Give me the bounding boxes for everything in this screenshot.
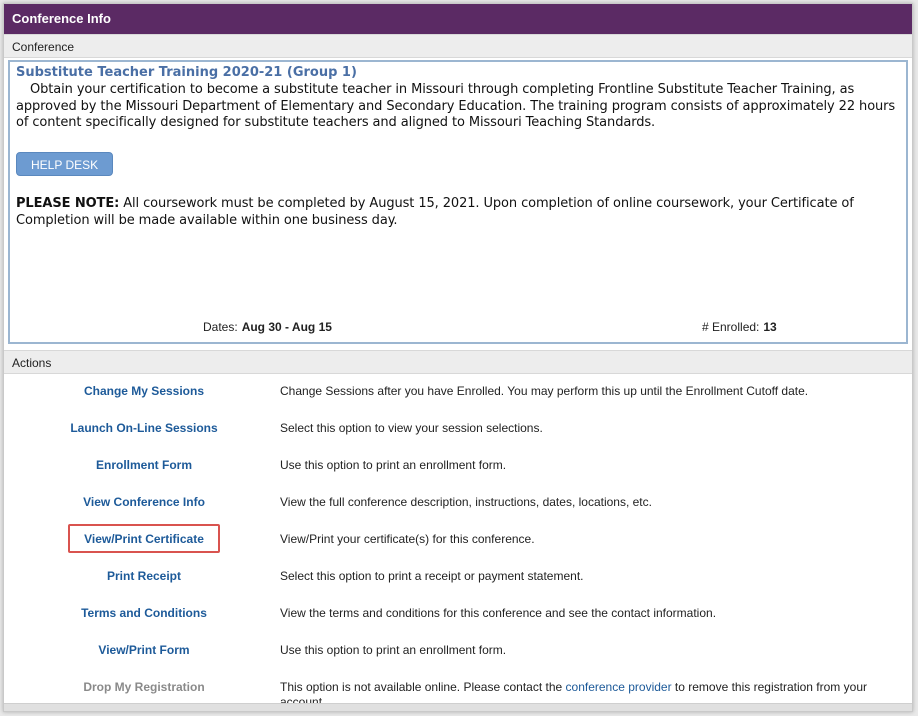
actions-list: Change My Sessions Change Sessions after… [4, 374, 912, 716]
action-description: View the terms and conditions for this c… [280, 606, 717, 620]
drop-description-pre: This option is not available online. Ple… [280, 680, 566, 694]
action-description: Change Sessions after you have Enrolled.… [280, 384, 809, 398]
view-print-form-link[interactable]: View/Print Form [4, 643, 284, 657]
action-description: Use this option to print an enrollment f… [280, 458, 507, 472]
action-description: Use this option to print an enrollment f… [280, 643, 507, 657]
conference-dates: Dates: Aug 30 - Aug 15 [203, 320, 332, 334]
change-my-sessions-link[interactable]: Change My Sessions [4, 384, 284, 398]
enrollment-form-link[interactable]: Enrollment Form [4, 458, 284, 472]
action-row-view-conference-info: View Conference Info View the full confe… [4, 485, 912, 522]
action-row-view-print-form: View/Print Form Use this option to print… [4, 633, 912, 670]
action-description: View/Print your certificate(s) for this … [280, 532, 535, 546]
conference-description: Obtain your certification to become a su… [16, 82, 896, 130]
conference-note: PLEASE NOTE: All coursework must be comp… [16, 195, 900, 229]
action-description: Select this option to print a receipt or… [280, 569, 584, 583]
print-receipt-link[interactable]: Print Receipt [4, 569, 284, 583]
action-row-view-print-certificate: View/Print Certificate View/Print your c… [4, 522, 912, 559]
dates-value: Aug 30 - Aug 15 [241, 320, 332, 334]
conference-section-header: Conference [4, 34, 912, 58]
conference-footer: Dates: Aug 30 - Aug 15 # Enrolled: 13 [10, 320, 906, 338]
action-row-change-sessions: Change My Sessions Change Sessions after… [4, 374, 912, 411]
drop-my-registration-link: Drop My Registration [83, 680, 205, 694]
terms-and-conditions-link[interactable]: Terms and Conditions [4, 606, 284, 620]
panel-bottom-bar [4, 703, 912, 711]
help-desk-button[interactable]: HELP DESK [16, 151, 114, 176]
view-conference-info-link[interactable]: View Conference Info [4, 495, 284, 509]
action-description: Select this option to view your session … [280, 421, 543, 435]
note-text: All coursework must be completed by Augu… [16, 195, 854, 228]
actions-section-header: Actions [4, 350, 912, 374]
action-row-enrollment-form: Enrollment Form Use this option to print… [4, 448, 912, 485]
conference-info-panel: Conference Info Conference Substitute Te… [3, 3, 913, 712]
enrolled-count: # Enrolled: 13 [702, 320, 777, 334]
panel-title: Conference Info [4, 4, 912, 34]
conference-title: Substitute Teacher Training 2020-21 (Gro… [16, 65, 357, 80]
action-row-terms: Terms and Conditions View the terms and … [4, 596, 912, 633]
action-description: View the full conference description, in… [280, 495, 652, 509]
dates-label: Dates: [203, 320, 238, 334]
note-label: PLEASE NOTE: [16, 195, 120, 211]
action-row-print-receipt: Print Receipt Select this option to prin… [4, 559, 912, 596]
conference-details-box: Substitute Teacher Training 2020-21 (Gro… [8, 60, 908, 344]
action-row-launch-sessions: Launch On-Line Sessions Select this opti… [4, 411, 912, 448]
view-print-certificate-link[interactable]: View/Print Certificate [4, 532, 284, 546]
enrolled-label: # Enrolled: [702, 320, 760, 334]
conference-provider-link[interactable]: conference provider [566, 680, 672, 694]
launch-online-sessions-link[interactable]: Launch On-Line Sessions [4, 421, 284, 435]
enrolled-value: 13 [763, 320, 777, 334]
